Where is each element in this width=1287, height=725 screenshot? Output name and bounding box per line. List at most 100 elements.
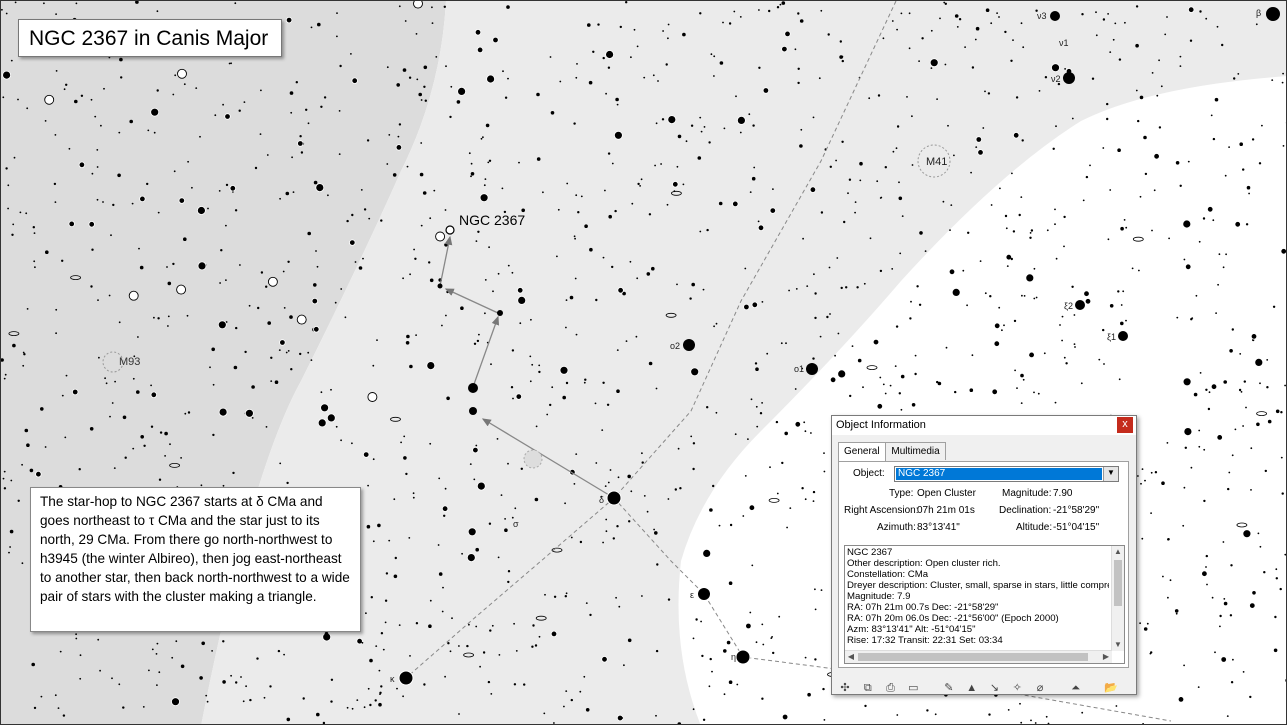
observe-icon[interactable]: ✎ bbox=[941, 680, 957, 696]
close-button[interactable]: x bbox=[1117, 417, 1133, 433]
scroll-up-icon[interactable]: ▲ bbox=[1112, 546, 1124, 558]
star bbox=[199, 676, 203, 680]
vertical-scroll-thumb[interactable] bbox=[1114, 560, 1122, 606]
galaxy-marker bbox=[1132, 236, 1144, 242]
star bbox=[35, 471, 42, 478]
star bbox=[536, 92, 540, 97]
star bbox=[969, 388, 974, 393]
center-object-icon[interactable]: ✣ bbox=[837, 680, 853, 696]
chart-icon[interactable]: ▲ bbox=[964, 680, 980, 696]
star bbox=[1238, 388, 1242, 392]
star bbox=[795, 288, 798, 290]
star bbox=[1010, 257, 1013, 261]
star bbox=[398, 624, 401, 626]
object-select[interactable]: NGC 2367 ▼ bbox=[894, 466, 1119, 482]
star bbox=[948, 268, 956, 275]
star bbox=[891, 20, 894, 22]
object-info-text[interactable]: NGC 2367 Other description: Open cluster… bbox=[844, 545, 1125, 664]
star bbox=[419, 172, 424, 177]
telescope-icon[interactable]: ✧ bbox=[1009, 680, 1025, 696]
star bbox=[1010, 59, 1013, 62]
star bbox=[611, 162, 614, 165]
star bbox=[74, 99, 78, 104]
star bbox=[21, 463, 23, 466]
star bbox=[761, 623, 764, 626]
star bbox=[502, 70, 504, 73]
collapse-icon[interactable]: ⏶ bbox=[1068, 680, 1084, 696]
star-label-nu3: ν3 bbox=[1037, 11, 1047, 21]
star bbox=[662, 30, 664, 32]
star bbox=[734, 433, 737, 436]
star bbox=[748, 113, 751, 116]
star bbox=[71, 388, 79, 396]
star bbox=[653, 528, 655, 531]
book-icon[interactable]: ▭ bbox=[905, 680, 921, 696]
star bbox=[877, 94, 881, 97]
star bbox=[814, 658, 817, 661]
scroll-left-icon[interactable]: ◀ bbox=[845, 651, 857, 663]
star bbox=[979, 260, 982, 262]
star bbox=[515, 393, 522, 400]
star bbox=[111, 402, 114, 404]
star bbox=[1217, 283, 1219, 286]
close-icon: x bbox=[1122, 418, 1128, 430]
slew-icon[interactable]: ↘ bbox=[986, 680, 1002, 696]
horizontal-scrollbar[interactable]: ◀ ▶ bbox=[845, 650, 1112, 663]
star bbox=[984, 292, 987, 295]
star bbox=[828, 266, 831, 269]
star bbox=[422, 191, 427, 195]
chevron-down-icon[interactable]: ▼ bbox=[1103, 467, 1118, 481]
star bbox=[117, 173, 121, 178]
star bbox=[122, 415, 127, 420]
star bbox=[964, 46, 966, 48]
tab-multimedia[interactable]: Multimedia bbox=[885, 442, 946, 460]
star bbox=[1095, 11, 1097, 14]
star bbox=[1023, 295, 1026, 297]
object-information-dialog[interactable]: Object Information x General Multimedia … bbox=[831, 415, 1137, 695]
star bbox=[21, 562, 24, 565]
star bbox=[299, 352, 302, 356]
scroll-down-icon[interactable]: ▼ bbox=[1112, 639, 1124, 651]
star bbox=[344, 316, 347, 319]
star bbox=[457, 87, 467, 96]
star bbox=[1063, 215, 1066, 219]
star bbox=[814, 316, 817, 320]
azimuth-value: 83°13'41" bbox=[917, 522, 960, 533]
star bbox=[266, 154, 269, 156]
scroll-right-icon[interactable]: ▶ bbox=[1100, 651, 1112, 663]
star bbox=[895, 147, 898, 150]
star bbox=[416, 78, 419, 81]
star bbox=[335, 425, 338, 428]
star bbox=[218, 190, 221, 192]
star bbox=[90, 285, 93, 288]
star bbox=[402, 68, 407, 72]
star bbox=[1230, 681, 1234, 684]
star bbox=[1175, 161, 1180, 165]
star bbox=[1091, 77, 1095, 80]
open-folder-icon[interactable]: 📂 bbox=[1103, 680, 1119, 696]
print-icon[interactable]: ⎙ bbox=[883, 680, 899, 696]
star bbox=[781, 1, 786, 5]
star bbox=[270, 380, 273, 382]
star bbox=[351, 213, 354, 217]
star bbox=[466, 644, 469, 648]
star bbox=[79, 654, 82, 657]
star bbox=[834, 354, 836, 357]
star bbox=[672, 181, 679, 188]
copy-icon[interactable]: ⧉ bbox=[860, 680, 876, 696]
vertical-scrollbar[interactable]: ▲ ▼ bbox=[1111, 546, 1124, 651]
star bbox=[1030, 229, 1034, 232]
star bbox=[566, 182, 569, 185]
star bbox=[484, 279, 487, 281]
star bbox=[749, 191, 752, 194]
star bbox=[386, 66, 389, 69]
star bbox=[19, 211, 22, 214]
link-icon[interactable]: ⌀ bbox=[1032, 680, 1048, 696]
star bbox=[300, 151, 304, 154]
horizontal-scroll-thumb[interactable] bbox=[858, 653, 1088, 661]
star bbox=[334, 301, 337, 304]
star-chart[interactable]: β ν3 ν1 ν2 o2 o1 ξ2 ξ1 δ ε η σ κ NGC 236… bbox=[0, 0, 1287, 725]
tab-general[interactable]: General bbox=[838, 442, 886, 462]
star bbox=[1038, 90, 1041, 92]
star bbox=[951, 287, 961, 297]
